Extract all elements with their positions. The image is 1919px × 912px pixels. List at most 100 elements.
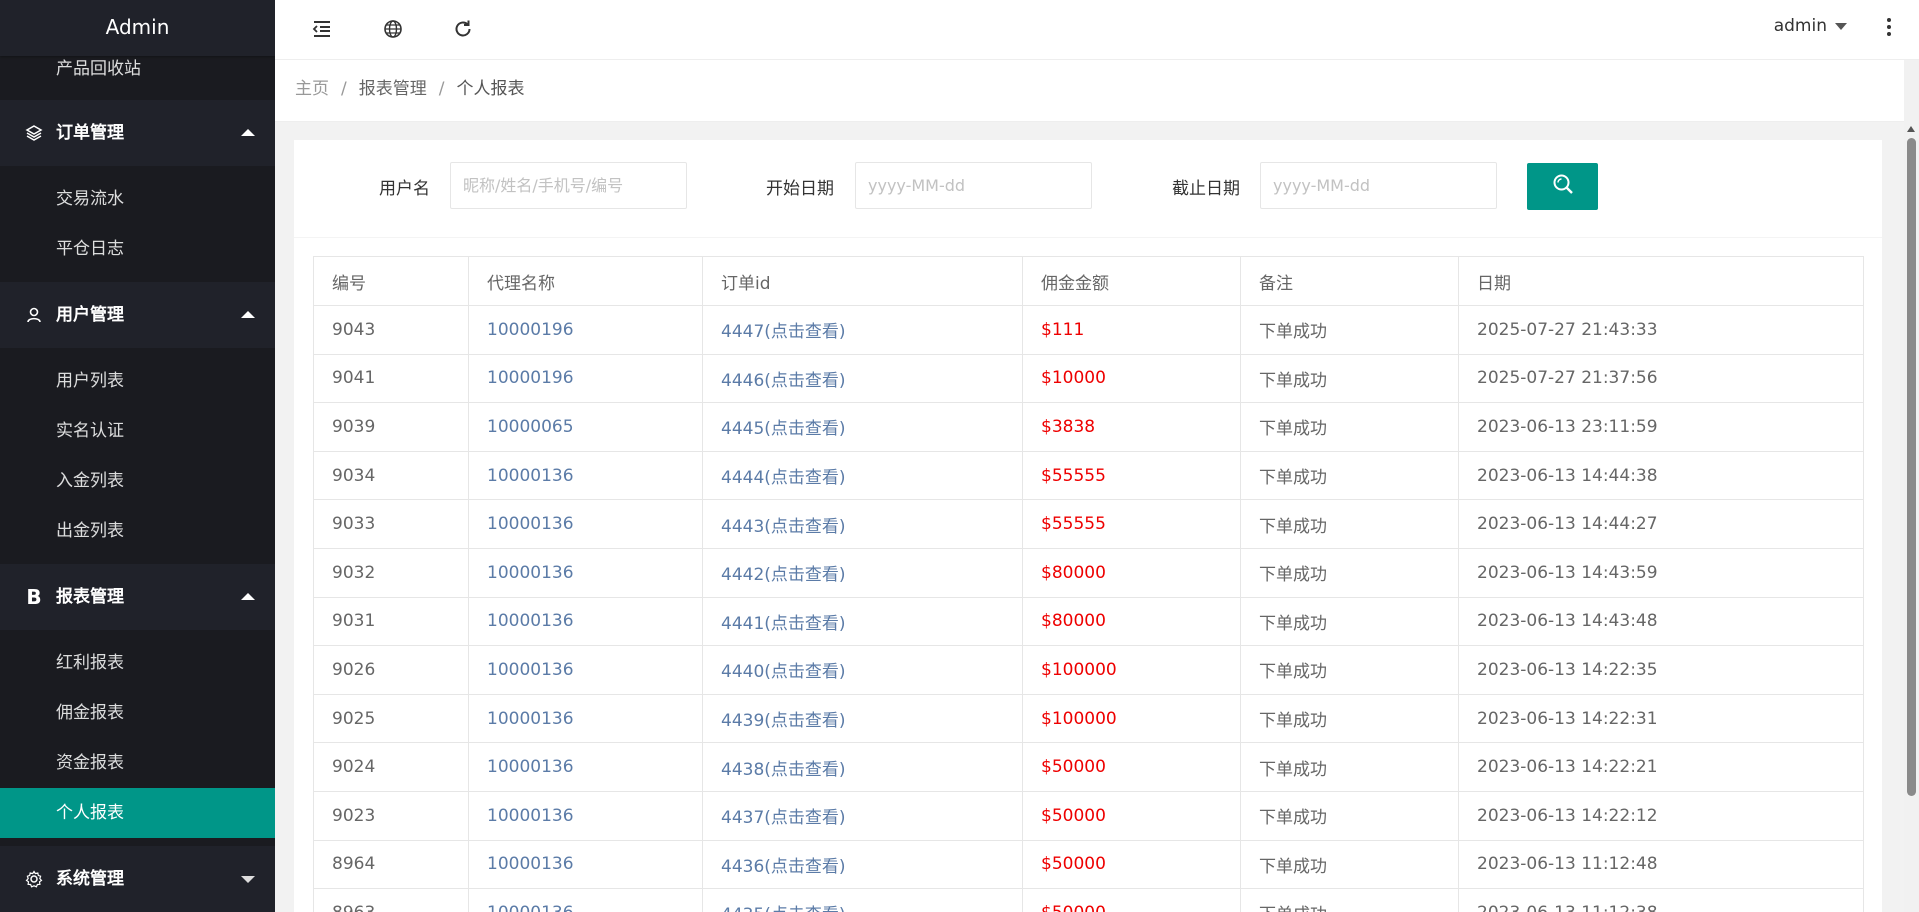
sidebar-item-deposits[interactable]: 入金列表 [0, 456, 275, 506]
cell-remark: 下单成功 [1240, 645, 1459, 695]
cell-agent[interactable]: 10000196 [468, 305, 703, 355]
cell-order-link[interactable]: 4442(点击查看) [702, 547, 1023, 598]
cell-date: 2023-06-13 14:43:59 [1458, 547, 1864, 598]
cell-order-link[interactable]: 4446(点击查看) [702, 353, 1023, 404]
scrollbar-thumb[interactable] [1907, 138, 1916, 796]
cell-order-link[interactable]: 4437(点击查看) [702, 790, 1023, 841]
cell-remark: 下单成功 [1240, 742, 1459, 792]
breadcrumb-separator: / [341, 79, 347, 99]
cell-agent[interactable]: 10000196 [468, 353, 703, 404]
cell-commission: $10000 [1022, 353, 1241, 404]
cell-order-link[interactable]: 4443(点击查看) [702, 499, 1023, 549]
cell-agent[interactable]: 10000136 [468, 645, 703, 695]
sidebar-group-system[interactable]: 系统管理 [0, 846, 275, 912]
cell-agent[interactable]: 10000136 [468, 450, 703, 501]
cell-date: 2025-07-27 21:37:56 [1458, 353, 1864, 404]
cell-order-link[interactable]: 4447(点击查看) [702, 305, 1023, 355]
cell-id: 8964 [313, 839, 469, 890]
search-button[interactable] [1527, 163, 1598, 210]
sidebar-sublist-orders: 交易流水 平仓日志 [0, 166, 275, 282]
cell-order-link[interactable]: 4438(点击查看) [702, 742, 1023, 792]
menu-collapse-icon[interactable] [307, 14, 337, 44]
table-row: 8964 10000136 4436(点击查看) $50000 下单成功 2023-06-… [313, 839, 1864, 890]
cell-agent[interactable]: 10000136 [468, 596, 703, 647]
cell-remark: 下单成功 [1240, 499, 1459, 549]
cell-date: 2023-06-13 14:22:12 [1458, 790, 1864, 841]
cell-order-link[interactable]: 4439(点击查看) [702, 693, 1023, 744]
cell-remark: 下单成功 [1240, 305, 1459, 355]
col-header-commission[interactable]: 佣金金额 [1022, 256, 1241, 306]
cell-date: 2023-06-13 23:11:59 [1458, 402, 1864, 452]
end-date-label: 截止日期 [1172, 179, 1240, 199]
sidebar-item-product-recycle[interactable]: 产品回收站 [0, 56, 275, 100]
cell-remark: 下单成功 [1240, 547, 1459, 598]
sidebar-item-verification[interactable]: 实名认证 [0, 406, 275, 456]
cell-order-link[interactable]: 4440(点击查看) [702, 645, 1023, 695]
sidebar-item-commission-report[interactable]: 佣金报表 [0, 688, 275, 738]
cell-agent[interactable]: 10000136 [468, 888, 703, 912]
cell-agent[interactable]: 10000136 [468, 790, 703, 841]
cell-id: 9032 [313, 547, 469, 598]
sidebar-item-transactions[interactable]: 交易流水 [0, 174, 275, 224]
sidebar-group-label: 系统管理 [56, 869, 124, 889]
breadcrumb-home[interactable]: 主页 [295, 79, 329, 99]
caret-down-icon [1835, 22, 1847, 30]
end-date-input[interactable] [1260, 162, 1497, 209]
scroll-up-arrow-icon[interactable] [1907, 126, 1915, 132]
breadcrumb-section[interactable]: 报表管理 [359, 79, 427, 99]
col-header-order-id[interactable]: 订单id [702, 256, 1023, 306]
cell-order-link[interactable]: 4441(点击查看) [702, 596, 1023, 647]
sidebar-item-withdrawals[interactable]: 出金列表 [0, 506, 275, 556]
refresh-icon[interactable] [448, 14, 478, 44]
cell-id: 9025 [313, 693, 469, 744]
cell-agent[interactable]: 10000136 [468, 742, 703, 792]
cell-agent[interactable]: 10000136 [468, 839, 703, 890]
sidebar-item-user-list[interactable]: 用户列表 [0, 356, 275, 406]
sidebar-group-reports[interactable]: B 报表管理 [0, 564, 275, 630]
app-logo: Admin [0, 0, 275, 56]
cell-agent[interactable]: 10000136 [468, 693, 703, 744]
cell-agent[interactable]: 10000065 [468, 402, 703, 452]
table-row: 9024 10000136 4438(点击查看) $50000 下单成功 2023-06-… [313, 742, 1864, 792]
sidebar-item-close-log[interactable]: 平仓日志 [0, 224, 275, 274]
cell-remark: 下单成功 [1240, 596, 1459, 647]
cell-date: 2023-06-13 14:22:31 [1458, 693, 1864, 744]
sidebar-group-users[interactable]: 用户管理 [0, 282, 275, 348]
cell-order-link[interactable]: 4445(点击查看) [702, 402, 1023, 452]
sidebar-group-orders[interactable]: 订单管理 [0, 100, 275, 166]
start-date-input[interactable] [855, 162, 1092, 209]
sidebar-sublist-users: 用户列表 实名认证 入金列表 出金列表 [0, 348, 275, 564]
cell-agent[interactable]: 10000136 [468, 499, 703, 549]
sidebar-item-funds-report[interactable]: 资金报表 [0, 738, 275, 788]
col-header-remark[interactable]: 备注 [1240, 256, 1459, 306]
col-header-date[interactable]: 日期 [1458, 256, 1864, 306]
cell-order-link[interactable]: 4444(点击查看) [702, 450, 1023, 501]
username-filter-input[interactable] [450, 162, 687, 209]
chevron-down-icon [241, 876, 255, 883]
user-menu[interactable]: admin [1774, 16, 1847, 36]
col-header-id[interactable]: 编号 [313, 256, 469, 306]
sidebar-item-dividend-report[interactable]: 红利报表 [0, 638, 275, 688]
sidebar-item-personal-report[interactable]: 个人报表 [0, 788, 275, 838]
cell-remark: 下单成功 [1240, 839, 1459, 890]
cell-order-link[interactable]: 4436(点击查看) [702, 839, 1023, 890]
cell-commission: $100000 [1022, 693, 1241, 744]
chevron-up-icon [241, 129, 255, 136]
globe-icon[interactable] [378, 14, 408, 44]
scrollbar[interactable] [1904, 60, 1919, 912]
cell-agent[interactable]: 10000136 [468, 547, 703, 598]
cell-id: 9026 [313, 645, 469, 695]
cell-commission: $111 [1022, 305, 1241, 355]
start-date-label: 开始日期 [766, 179, 834, 199]
col-header-agent[interactable]: 代理名称 [468, 256, 703, 306]
cell-id: 9034 [313, 450, 469, 501]
cell-remark: 下单成功 [1240, 353, 1459, 404]
cell-id: 9041 [313, 353, 469, 404]
cell-order-link[interactable]: 4435(点击查看) [702, 888, 1023, 912]
cell-commission: $80000 [1022, 596, 1241, 647]
sidebar-sublist-reports: 红利报表 佣金报表 资金报表 个人报表 [0, 630, 275, 838]
table-row: 9034 10000136 4444(点击查看) $55555 下单成功 2023-06-… [313, 450, 1864, 501]
cell-commission: $50000 [1022, 888, 1241, 912]
more-vertical-icon[interactable] [1887, 18, 1891, 39]
table-row: 9039 10000065 4445(点击查看) $3838 下单成功 2023-06-1… [313, 402, 1864, 452]
